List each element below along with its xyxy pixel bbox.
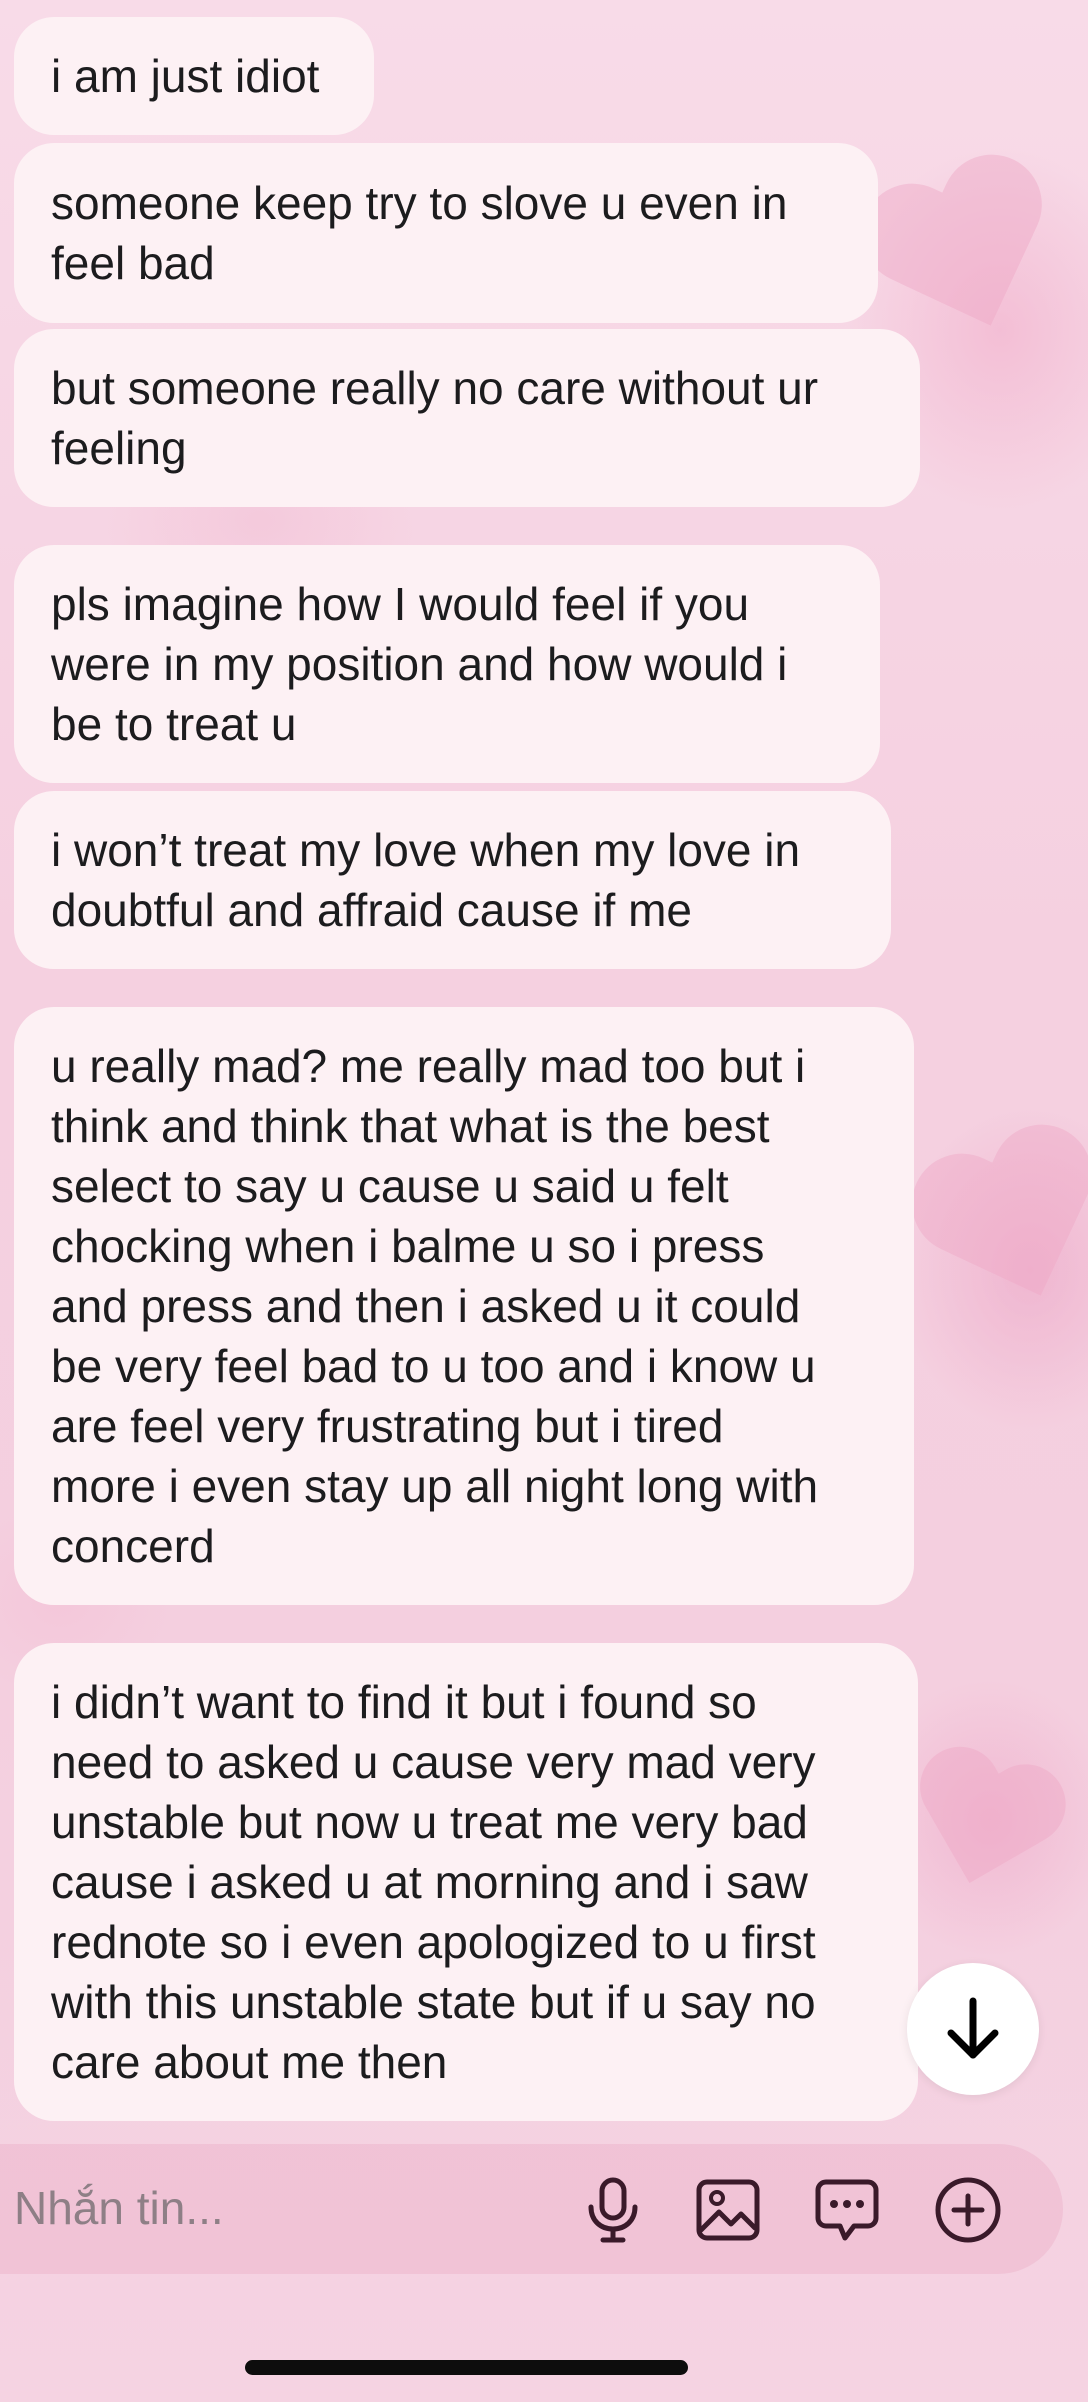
message-text: pls imagine how I would feel if you were… (51, 578, 788, 750)
scroll-to-bottom-button[interactable] (907, 1963, 1039, 2095)
message-bubble[interactable]: i am just idiot (14, 17, 374, 135)
heart-decoration (902, 1742, 1069, 1909)
plus-circle-icon (935, 2177, 1001, 2243)
image-button[interactable] (693, 2175, 763, 2245)
microphone-icon (588, 2177, 638, 2243)
heart-decoration (906, 1116, 1088, 1334)
message-bubble[interactable]: i didn’t want to find it but i found so … (14, 1643, 918, 2121)
message-text: u really mad? me really mad too but i th… (51, 1040, 819, 1572)
message-bubble[interactable]: but someone really no care without ur fe… (14, 329, 920, 507)
message-input[interactable] (14, 2177, 514, 2239)
chat-bubble-icon (815, 2179, 879, 2241)
message-bubble[interactable]: someone keep try to slove u even in feel… (14, 143, 878, 323)
microphone-button[interactable] (578, 2175, 648, 2245)
home-indicator[interactable] (245, 2360, 688, 2375)
message-bubble[interactable]: pls imagine how I would feel if you were… (14, 545, 880, 783)
add-button[interactable] (933, 2175, 1003, 2245)
message-text: someone keep try to slove u even in feel… (51, 177, 788, 289)
message-text: i am just idiot (51, 50, 320, 102)
message-composer (0, 2144, 1063, 2274)
chat-button[interactable] (812, 2175, 882, 2245)
message-text: i won’t treat my love when my love in do… (51, 824, 801, 936)
message-text: but someone really no care without ur fe… (51, 362, 819, 474)
arrow-down-icon (947, 1997, 999, 2059)
image-icon (696, 2179, 760, 2241)
message-bubble[interactable]: u really mad? me really mad too but i th… (14, 1007, 914, 1605)
message-bubble[interactable]: i won’t treat my love when my love in do… (14, 791, 891, 969)
message-text: i didn’t want to find it but i found so … (51, 1676, 816, 2088)
